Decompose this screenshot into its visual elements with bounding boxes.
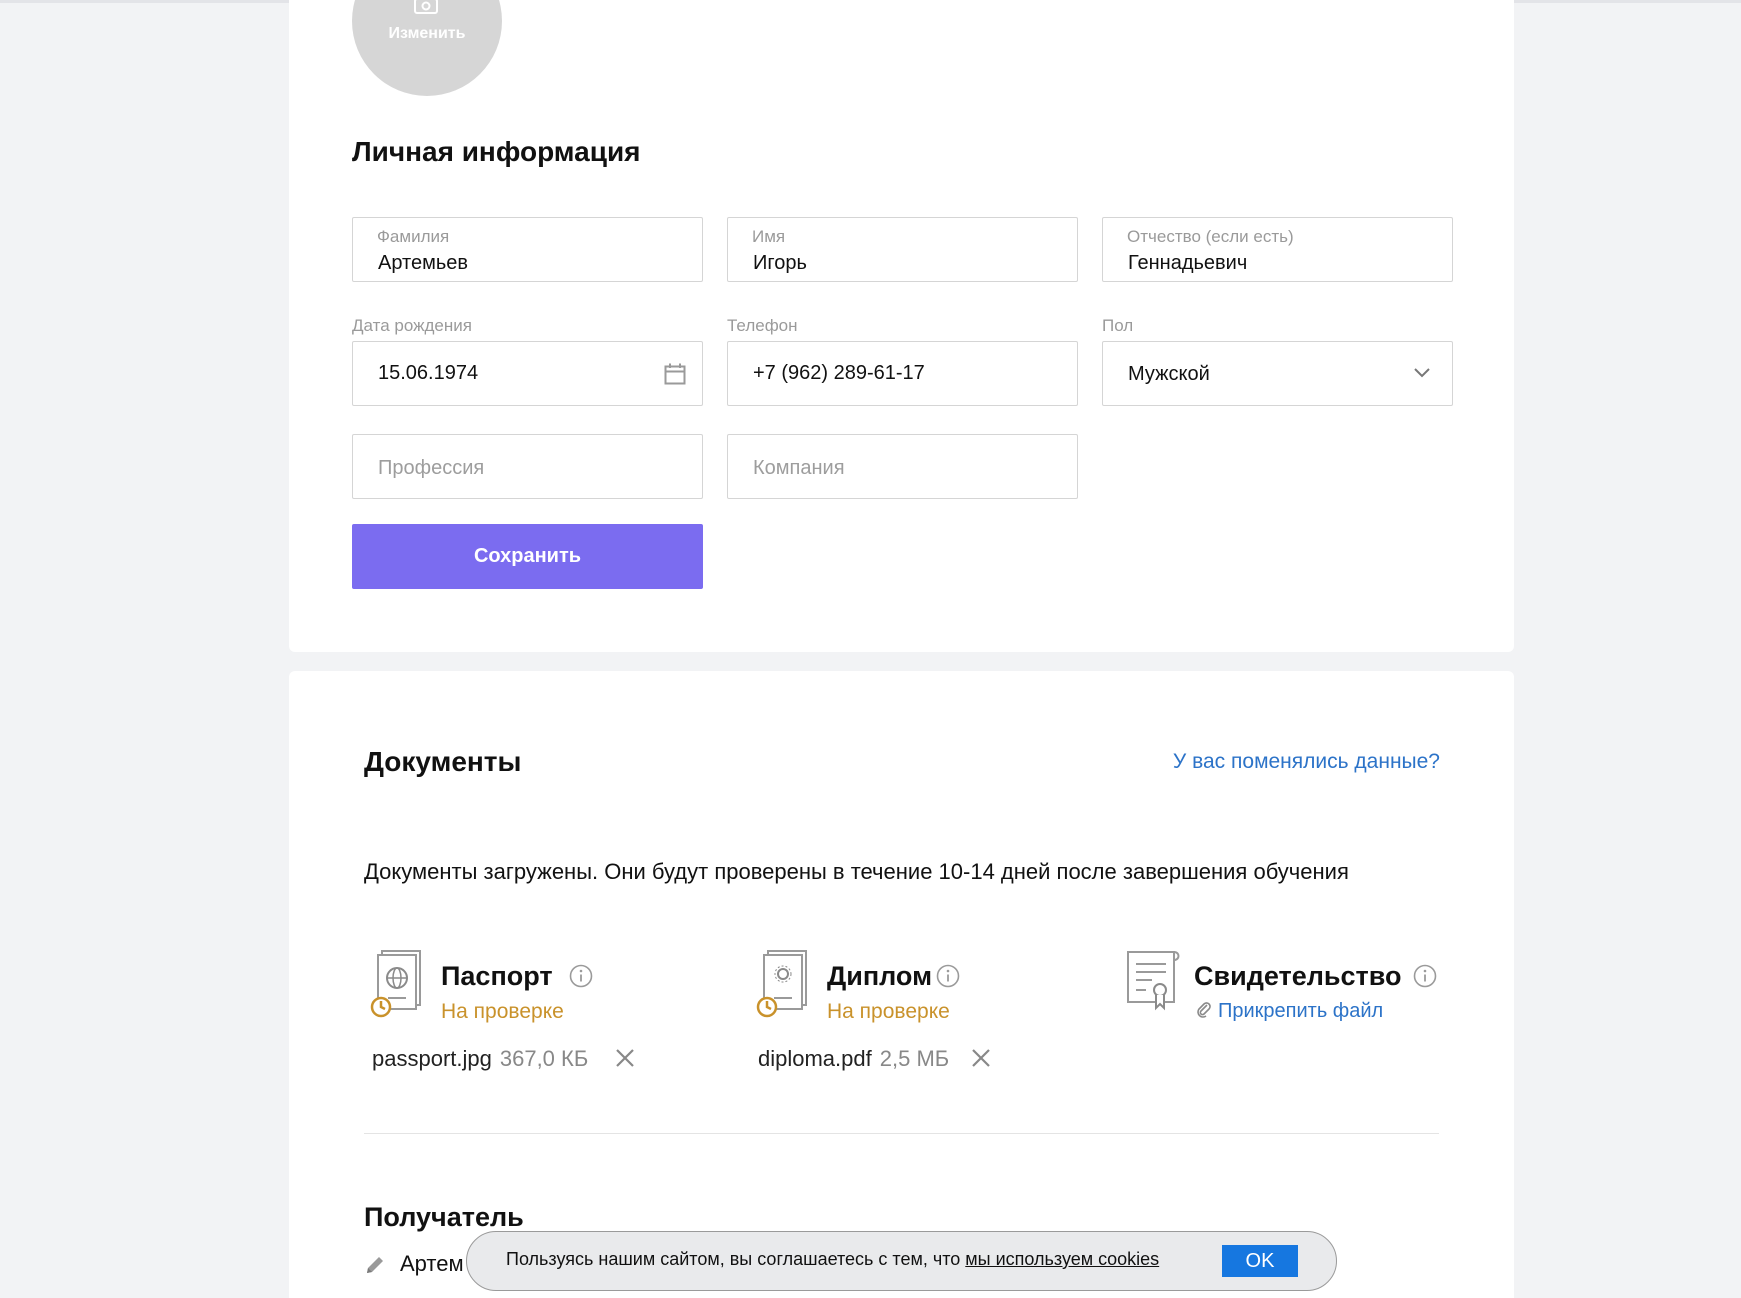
birth-date-input[interactable]: 15.06.1974 bbox=[352, 341, 703, 406]
diploma-file: diploma.pdf 2,5 МБ bbox=[758, 1046, 949, 1072]
info-icon[interactable] bbox=[569, 964, 593, 988]
first-name-field[interactable]: Имя Игорь bbox=[727, 217, 1078, 282]
phone-value: +7 (962) 289-61-17 bbox=[753, 362, 925, 384]
diploma-icon bbox=[756, 950, 807, 1018]
diploma-status: На проверке bbox=[827, 1000, 950, 1023]
pencil-icon[interactable] bbox=[364, 1254, 386, 1276]
section-divider bbox=[364, 1133, 1439, 1134]
info-icon[interactable] bbox=[936, 964, 960, 988]
certificate-icon bbox=[1127, 951, 1180, 1011]
profession-input[interactable]: Профессия bbox=[352, 434, 703, 499]
document-passport: Паспорт На проверке passport.jpg 367,0 КБ bbox=[370, 950, 690, 1080]
company-input[interactable]: Компания bbox=[727, 434, 1078, 499]
save-button[interactable]: Сохранить bbox=[352, 524, 703, 589]
remove-passport-icon[interactable] bbox=[615, 1048, 635, 1068]
recipient-name: Артем bbox=[400, 1251, 464, 1276]
passport-icon bbox=[370, 950, 421, 1018]
info-icon[interactable] bbox=[1413, 964, 1437, 988]
phone-label: Телефон bbox=[727, 316, 798, 335]
documents-card: Документы У вас поменялись данные? Докум… bbox=[289, 671, 1514, 1298]
document-diploma: Диплом На проверке diploma.pdf 2,5 МБ bbox=[756, 950, 1076, 1080]
certificate-title: Свидетельство bbox=[1194, 961, 1402, 991]
profession-placeholder: Профессия bbox=[378, 457, 485, 479]
passport-file-name[interactable]: passport.jpg bbox=[372, 1046, 492, 1071]
calendar-icon[interactable] bbox=[664, 363, 686, 385]
chevron-down-icon bbox=[1414, 368, 1430, 378]
phone-input[interactable]: +7 (962) 289-61-17 bbox=[727, 341, 1078, 406]
passport-title: Паспорт bbox=[441, 961, 553, 991]
camera-icon bbox=[414, 0, 438, 14]
last-name-value: Артемьев bbox=[378, 252, 468, 274]
cookie-ok-button[interactable]: OK bbox=[1222, 1245, 1298, 1277]
passport-file: passport.jpg 367,0 КБ bbox=[372, 1046, 588, 1072]
paperclip-icon bbox=[1197, 1002, 1211, 1018]
patronymic-label: Отчество (если есть) bbox=[1127, 227, 1294, 246]
gender-label: Пол bbox=[1102, 316, 1134, 335]
documents-note: Документы загружены. Они будут проверены… bbox=[364, 859, 1349, 884]
documents-title: Документы bbox=[364, 746, 522, 777]
remove-diploma-icon[interactable] bbox=[971, 1048, 991, 1068]
diploma-title: Диплом bbox=[827, 961, 933, 991]
passport-file-size: 367,0 КБ bbox=[499, 1046, 589, 1071]
first-name-value: Игорь bbox=[753, 252, 807, 274]
personal-info-title: Личная информация bbox=[352, 136, 641, 167]
diploma-file-name[interactable]: diploma.pdf bbox=[758, 1046, 872, 1071]
gender-select[interactable]: Мужской bbox=[1102, 341, 1453, 406]
patronymic-field[interactable]: Отчество (если есть) Геннадьевич bbox=[1102, 217, 1453, 282]
birth-date-label: Дата рождения bbox=[352, 316, 472, 335]
diploma-file-size: 2,5 МБ bbox=[879, 1046, 950, 1071]
company-placeholder: Компания bbox=[753, 457, 845, 479]
cookie-policy-link[interactable]: мы используем cookies bbox=[965, 1249, 1159, 1269]
attach-file-link[interactable]: Прикрепить файл bbox=[1196, 1000, 1383, 1023]
attach-file-label: Прикрепить файл bbox=[1218, 1000, 1384, 1022]
cookie-message: Пользуясь нашим сайтом, вы соглашаетесь … bbox=[506, 1249, 966, 1269]
patronymic-value: Геннадьевич bbox=[1128, 252, 1248, 274]
document-certificate: Свидетельство Прикрепить файл bbox=[1124, 950, 1464, 1080]
passport-status: На проверке bbox=[441, 1000, 564, 1023]
recipient-title: Получатель bbox=[364, 1202, 524, 1232]
first-name-label: Имя bbox=[752, 227, 786, 246]
avatar-change-button[interactable]: Изменить bbox=[352, 0, 502, 96]
last-name-field[interactable]: Фамилия Артемьев bbox=[352, 217, 703, 282]
profile-card: Изменить Личная информация Фамилия Артем… bbox=[289, 0, 1514, 652]
data-changed-link[interactable]: У вас поменялись данные? bbox=[1173, 750, 1440, 774]
cookie-text: Пользуясь нашим сайтом, вы соглашаетесь … bbox=[506, 1249, 1159, 1270]
birth-date-value: 15.06.1974 bbox=[378, 362, 479, 384]
avatar-change-label: Изменить bbox=[388, 25, 466, 42]
last-name-label: Фамилия bbox=[377, 227, 450, 246]
gender-value: Мужской bbox=[1128, 363, 1210, 385]
cookie-banner: Пользуясь нашим сайтом, вы соглашаетесь … bbox=[466, 1231, 1337, 1291]
